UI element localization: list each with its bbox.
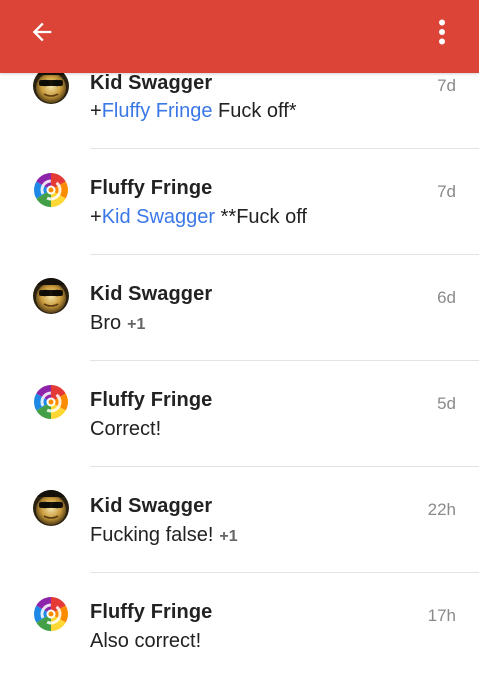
comment-timestamp: 17h [427, 606, 456, 625]
more-vert-icon [439, 19, 445, 45]
comment-body: +Kid Swagger **Fuck off [90, 206, 307, 229]
comment-body: Fucking false! +1 [90, 524, 238, 547]
fluffy-fringe-avatar[interactable] [33, 596, 69, 632]
comment-author[interactable]: Kid Swagger [90, 72, 212, 95]
comment-body: Also correct! [90, 630, 201, 653]
comment-timestamp: 6d [437, 288, 456, 307]
mention-prefix: + [90, 206, 102, 228]
comment-author[interactable]: Kid Swagger [90, 495, 212, 518]
kid-swagger-avatar[interactable] [33, 278, 69, 314]
comment-item[interactable]: Kid Swagger 6d Bro +1 [0, 254, 479, 361]
fluffy-fringe-avatar[interactable] [33, 172, 69, 208]
comment-timestamp: 7d [437, 182, 456, 201]
comment-author[interactable]: Fluffy Fringe [90, 177, 212, 200]
arrow-back-icon [32, 22, 52, 42]
kid-swagger-avatar[interactable] [33, 68, 69, 104]
comment-author[interactable]: Fluffy Fringe [90, 389, 212, 412]
fluffy-fringe-avatar[interactable] [33, 384, 69, 420]
comment-body: Correct! [90, 418, 161, 441]
comment-text: **Fuck off [215, 206, 307, 228]
comment-author[interactable]: Kid Swagger [90, 283, 212, 306]
comment-text: Fuck off* [212, 100, 297, 122]
plus-one-count[interactable]: +1 [127, 316, 145, 333]
back-button[interactable] [22, 14, 62, 50]
kid-swagger-avatar[interactable] [33, 490, 69, 526]
comment-timestamp: 7d [437, 76, 456, 95]
mention-link[interactable]: Kid Swagger [102, 206, 215, 228]
comment-item[interactable]: Fluffy Fringe 5d Correct! [0, 360, 479, 467]
comment-text: Fucking false! [90, 524, 214, 546]
comment-item[interactable]: Fluffy Fringe 17h Also correct! [0, 572, 479, 678]
mention-prefix: + [90, 100, 102, 122]
overflow-menu-button[interactable] [427, 14, 457, 50]
comment-timestamp: 5d [437, 394, 456, 413]
comment-text: Correct! [90, 418, 162, 440]
comment-body: +Fluffy Fringe Fuck off* [90, 100, 297, 123]
comment-item[interactable]: Fluffy Fringe 7d +Kid Swagger **Fuck off [0, 148, 479, 255]
mention-link[interactable]: Fluffy Fringe [102, 100, 213, 122]
app-bar [0, 0, 479, 73]
comment-timestamp: 22h [427, 500, 456, 519]
comment-text: Bro [90, 312, 122, 334]
comment-author[interactable]: Fluffy Fringe [90, 601, 212, 624]
comment-body: Bro +1 [90, 312, 145, 335]
comment-text: Also correct! [90, 630, 202, 652]
comment-list[interactable]: Kid Swagger 7d +Fluffy Fringe Fuck off* … [0, 0, 479, 675]
plus-one-count[interactable]: +1 [219, 528, 237, 545]
comment-item[interactable]: Kid Swagger 22h Fucking false! +1 [0, 466, 479, 573]
